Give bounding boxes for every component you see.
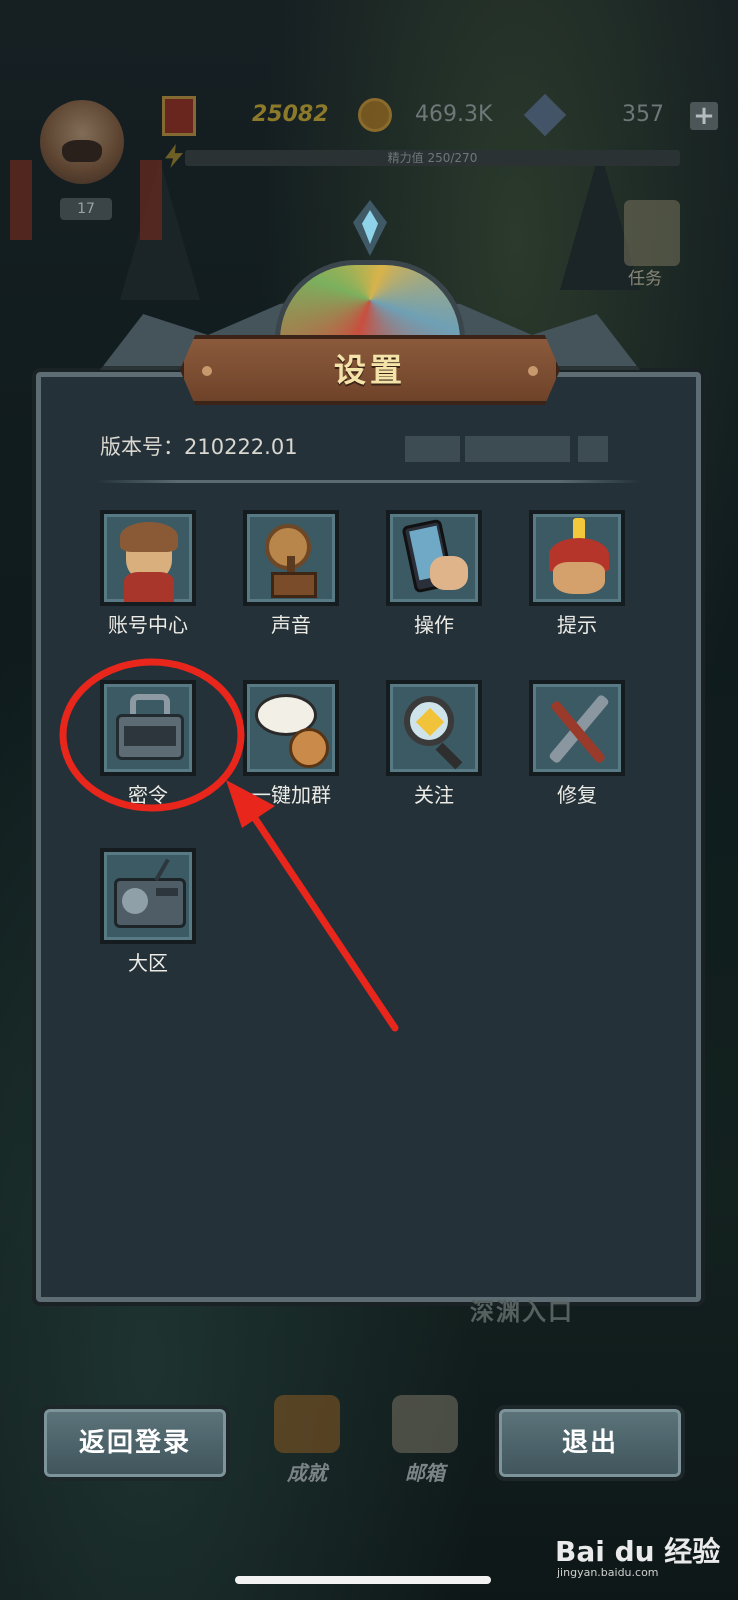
setting-label: 一键加群 [251, 783, 331, 807]
phone-touch-icon [386, 510, 482, 606]
redacted-text [465, 436, 570, 462]
setting-hints[interactable]: 提示 [529, 510, 625, 640]
setting-controls[interactable]: 操作 [386, 510, 482, 640]
setting-repair[interactable]: 修复 [529, 680, 625, 810]
watermark-url: jingyan.baidu.com [557, 1566, 659, 1579]
magnifier-icon [386, 680, 482, 776]
setting-label: 关注 [414, 783, 454, 807]
baidu-watermark: Bai du 经验 jingyan.baidu.com [555, 1530, 730, 1590]
setting-label: 账号中心 [108, 613, 188, 637]
setting-label: 修复 [557, 783, 597, 807]
gem-icon [523, 93, 567, 137]
setting-sound[interactable]: 声音 [243, 510, 339, 640]
setting-label: 提示 [557, 613, 597, 637]
watermark-brand: Bai du 经验 [555, 1535, 721, 1568]
energy-icon [165, 144, 183, 168]
gem-value: 357 [622, 102, 664, 127]
setting-label: 大区 [128, 951, 168, 975]
power-value: 25082 [252, 102, 329, 127]
mail-label: 邮箱 [405, 1461, 445, 1485]
setting-label: 密令 [128, 783, 168, 807]
gramophone-icon [243, 510, 339, 606]
add-gems-button[interactable]: + [690, 102, 718, 130]
home-indicator[interactable] [235, 1576, 491, 1584]
mail-button[interactable]: 邮箱 [380, 1395, 470, 1495]
exit-button[interactable]: 退出 [495, 1405, 685, 1481]
trophy-icon [274, 1395, 340, 1453]
achievement-label: 成就 [287, 1461, 327, 1485]
setting-label: 声音 [271, 613, 311, 637]
achievement-button[interactable]: 成就 [262, 1395, 352, 1495]
account-icon [100, 510, 196, 606]
rank-icon [162, 96, 196, 136]
energy-label: 精力值 250/270 [387, 151, 478, 165]
hint-helmet-icon [529, 510, 625, 606]
speech-bubble-icon [243, 680, 339, 776]
redacted-text [405, 436, 460, 462]
setting-secret-code[interactable]: 密令 [100, 680, 196, 810]
abyss-entrance-label: 深渊入口 [470, 1298, 574, 1326]
setting-follow[interactable]: 关注 [386, 680, 482, 810]
mail-scroll-icon [392, 1395, 458, 1453]
setting-label: 操作 [414, 613, 454, 637]
version-label: 版本号：210222.01 [100, 435, 298, 459]
divider [96, 480, 641, 483]
plate-rivet [202, 366, 212, 376]
setting-server-region[interactable]: 大区 [100, 848, 196, 978]
plate-rivet [528, 366, 538, 376]
coin-icon [358, 98, 392, 132]
back-to-login-button[interactable]: 返回登录 [40, 1405, 230, 1481]
player-avatar[interactable] [40, 100, 124, 184]
radio-icon [100, 848, 196, 944]
title-plate: 设置 [180, 335, 560, 405]
setting-account-center[interactable]: 账号中心 [100, 510, 196, 640]
redacted-text [578, 436, 608, 462]
left-banner [10, 160, 32, 240]
setting-join-group[interactable]: 一键加群 [243, 680, 339, 810]
combination-lock-icon [100, 680, 196, 776]
panel-title: 设置 [333, 351, 406, 389]
coin-value: 469.3K [415, 102, 493, 127]
crystal-gem-icon [353, 200, 387, 256]
wrench-screwdriver-icon [529, 680, 625, 776]
stained-glass-window [275, 260, 465, 340]
